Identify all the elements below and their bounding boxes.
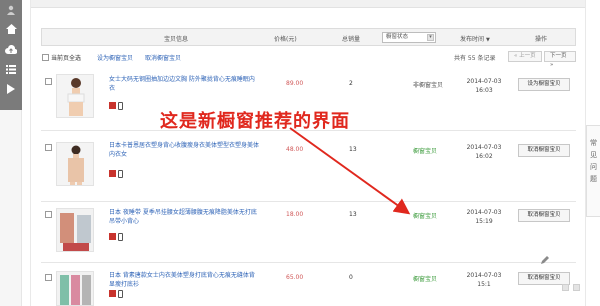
next-page-button[interactable]: 下一页 » [544, 51, 576, 68]
cancel-window-link[interactable]: 取消橱窗宝贝 [145, 53, 181, 62]
publish-datetime: 2014-07-03 16:03 [464, 77, 504, 95]
list-icon[interactable] [5, 63, 17, 75]
home-icon[interactable] [5, 23, 17, 35]
window-status: 橱窗宝贝 [413, 276, 438, 283]
set-window-button[interactable]: 设为橱窗宝贝 [518, 78, 570, 91]
product-title-link[interactable]: 日本 夜睡带 夏季吊挂腰女超薄腰腹无痕降脂美体无打底吊带小背心 [109, 209, 259, 226]
mobile-icon [118, 102, 123, 110]
header-price[interactable]: 价格(元) [274, 34, 297, 43]
publish-date: 2014-07-03 [466, 272, 502, 279]
publish-date: 2014-07-03 [466, 144, 502, 151]
chevron-down-icon: ▾ [427, 34, 434, 41]
edit-small-icon[interactable] [562, 284, 569, 291]
user-icon[interactable] [5, 4, 17, 16]
publish-time: 16:03 [475, 87, 493, 94]
publish-datetime: 2014-07-03 16:02 [464, 143, 504, 161]
row-checkbox[interactable] [45, 78, 52, 85]
main-panel: 宝贝信息 价格(元) 总销量 橱窗状态 ▾ 发布时间 ▼ 操作 当前页全选 设为… [30, 0, 586, 306]
faq-side-tab[interactable]: 常 见 问 题 [586, 125, 600, 217]
top-strip [31, 0, 585, 8]
mobile-icon [118, 170, 123, 178]
batch-toolbar: 当前页全选 设为橱窗宝贝 取消橱窗宝贝 共有 55 条记录 « 上一页 下一页 … [41, 51, 576, 68]
set-window-link[interactable]: 设为橱窗宝贝 [97, 53, 133, 62]
product-tags [109, 170, 123, 178]
table-row: 日本 背素唐款女士内衣美体塑身打底背心无痕无缝体背显瘦打底衫 65.00 0 橱… [41, 266, 576, 306]
price-value: 89.00 [286, 80, 304, 87]
window-status: 橱窗宝贝 [413, 148, 438, 155]
price-value: 48.00 [286, 146, 304, 153]
side-tab-char: 常 [590, 139, 597, 147]
cancel-window-button[interactable]: 取消橱窗宝贝 [518, 209, 570, 222]
publish-time: 15:1 [477, 281, 491, 288]
sort-down-icon: ▼ [485, 37, 490, 43]
product-thumbnail[interactable] [56, 208, 94, 252]
sold-value: 2 [349, 80, 353, 87]
window-status: 橱窗宝贝 [413, 213, 438, 220]
table-header: 宝贝信息 价格(元) 总销量 橱窗状态 ▾ 发布时间 ▼ 操作 [41, 28, 576, 46]
row-checkbox[interactable] [45, 274, 52, 281]
sold-value: 0 [349, 274, 353, 281]
status-select-value: 橱窗状态 [386, 34, 409, 40]
publish-date: 2014-07-03 [466, 209, 502, 216]
promo-tag-icon [109, 290, 116, 297]
window-status: 非橱窗宝贝 [413, 82, 444, 89]
product-thumbnail[interactable] [56, 271, 94, 306]
prev-page-button[interactable]: « 上一页 [508, 51, 542, 62]
publish-date: 2014-07-03 [466, 78, 502, 85]
pencil-icon[interactable] [540, 255, 550, 267]
product-thumbnail[interactable] [56, 74, 94, 118]
header-action: 操作 [535, 36, 548, 43]
cancel-window-button[interactable]: 取消橱窗宝贝 [518, 144, 570, 157]
annotation-text: 这是新橱窗推荐的界面 [160, 111, 350, 132]
promo-tag-icon [109, 233, 116, 240]
promo-tag-icon [109, 102, 116, 109]
copy-small-icon[interactable] [573, 284, 580, 291]
mobile-icon [118, 290, 123, 298]
header-publish-time-label: 发布时间 [460, 36, 485, 43]
select-all-label[interactable]: 当前页全选 [51, 53, 81, 62]
cloud-icon[interactable] [5, 43, 17, 55]
row-divider [41, 262, 576, 263]
row-checkbox[interactable] [45, 144, 52, 151]
sold-value: 13 [349, 146, 357, 153]
left-sidebar-background [0, 110, 22, 306]
row-divider [41, 201, 576, 202]
price-value: 18.00 [286, 211, 304, 218]
product-title-link[interactable]: 女士大码无钢圈抽加边边文胸 防外聚拢背心无痕睡眠内衣 [109, 76, 259, 93]
header-sold[interactable]: 总销量 [342, 34, 360, 43]
table-row: 日本 夜睡带 夏季吊挂腰女超薄腰腹无痕降脂美体无打底吊带小背心 18.00 13… [41, 203, 576, 263]
bottom-corner-icons [562, 284, 580, 291]
product-tags [109, 233, 123, 241]
sold-value: 13 [349, 211, 357, 218]
side-tab-char: 问 [590, 163, 597, 171]
play-icon[interactable] [5, 83, 17, 95]
mobile-icon [118, 233, 123, 241]
table-row: 日本卡普恩居衣塑身背心收腹瘦身衣美体塑型衣塑身美体内衣女 48.00 13 橱窗… [41, 132, 576, 202]
product-tags [109, 290, 123, 298]
product-title-link[interactable]: 日本卡普恩居衣塑身背心收腹瘦身衣美体塑型衣塑身美体内衣女 [109, 142, 259, 159]
price-value: 65.00 [286, 274, 304, 281]
header-publish-time[interactable]: 发布时间 ▼ [460, 34, 490, 43]
side-tab-char: 题 [590, 175, 597, 183]
window-status-select[interactable]: 橱窗状态 ▾ [382, 32, 436, 43]
side-tab-char: 见 [590, 151, 597, 159]
publish-time: 16:02 [475, 153, 493, 160]
record-count: 共有 55 条记录 [454, 55, 496, 62]
select-all-checkbox[interactable] [42, 54, 49, 61]
product-thumbnail[interactable] [56, 142, 94, 186]
publish-time: 15:19 [475, 218, 493, 225]
publish-datetime: 2014-07-03 15:1 [464, 271, 504, 289]
publish-datetime: 2014-07-03 15:19 [464, 208, 504, 226]
row-checkbox[interactable] [45, 211, 52, 218]
product-title-link[interactable]: 日本 背素唐款女士内衣美体塑身打底背心无痕无缝体背显瘦打底衫 [109, 272, 259, 289]
header-product-info: 宝贝信息 [164, 36, 189, 43]
left-icon-bar [0, 0, 22, 110]
promo-tag-icon [109, 170, 116, 177]
product-tags [109, 102, 123, 110]
